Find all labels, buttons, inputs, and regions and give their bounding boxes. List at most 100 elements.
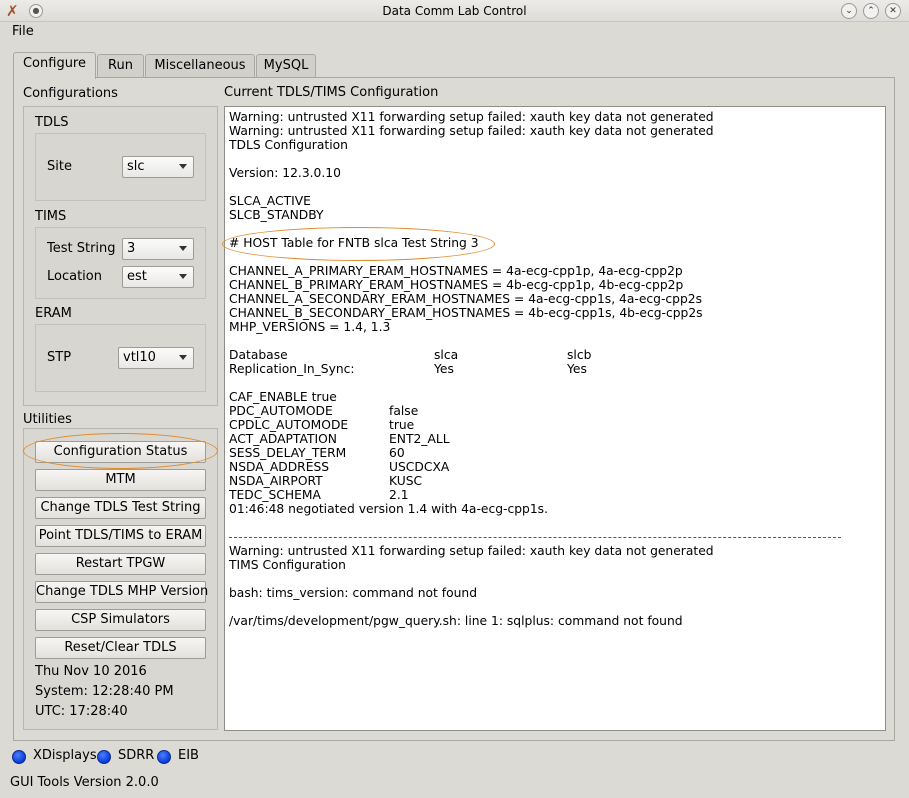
output-line: Warning: untrusted X11 forwarding setup … — [229, 124, 714, 138]
minimize-icon[interactable]: ⌄ — [841, 3, 857, 19]
output-value: true — [389, 418, 415, 432]
output-line: TIMS Configuration — [229, 558, 346, 572]
xdisplays-led-icon — [12, 750, 26, 764]
output-line: MHP_VERSIONS = 1.4, 1.3 — [229, 320, 391, 334]
output-line: CHANNEL_A_SECONDARY_ERAM_HOSTNAMES = 4a-… — [229, 292, 702, 306]
output-key: NSDA_AIRPORT — [229, 474, 323, 488]
output-heading: Current TDLS/TIMS Configuration — [224, 85, 439, 100]
stp-select[interactable]: vtl10 — [118, 347, 194, 369]
restart-tpgw-button[interactable]: Restart TPGW — [35, 553, 206, 575]
output-line: CHANNEL_B_SECONDARY_ERAM_HOSTNAMES = 4b-… — [229, 306, 703, 320]
output-line: 01:46:48 negotiated version 1.4 with 4a-… — [229, 502, 548, 516]
test-string-select[interactable]: 3 — [122, 238, 194, 260]
output-line: Warning: untrusted X11 forwarding setup … — [229, 544, 714, 558]
window-title: Data Comm Lab Control — [382, 4, 527, 18]
output-line: NSDA_ADDRESS USCDCXA — [229, 460, 881, 474]
output-key: Database — [229, 348, 288, 362]
reset-clear-tdls-button[interactable]: Reset/Clear TDLS — [35, 637, 206, 659]
mtm-button[interactable]: MTM — [35, 469, 206, 491]
output-value: 60 — [389, 446, 405, 460]
date-label: Thu Nov 10 2016 — [35, 664, 147, 679]
location-value: est — [127, 269, 147, 284]
change-tdls-mhp-version-button[interactable]: Change TDLS MHP Version — [35, 581, 208, 603]
output-value: slcb — [567, 348, 592, 362]
output-line: CPDLC_AUTOMODE true — [229, 418, 881, 432]
location-select[interactable]: est — [122, 266, 194, 288]
sdrr-label: SDRR — [118, 748, 155, 763]
maximize-icon[interactable]: ⌃ — [863, 3, 879, 19]
eib-label: EIB — [178, 748, 199, 763]
output-separator — [229, 530, 881, 544]
xdisplays-label: XDisplays — [33, 748, 97, 763]
output-line: SESS_DELAY_TERM 60 — [229, 446, 881, 460]
output-value: Yes — [567, 362, 587, 376]
test-string-value: 3 — [127, 241, 136, 256]
chevron-down-icon — [179, 164, 187, 169]
output-key: ACT_ADAPTATION — [229, 432, 337, 446]
output-line: # HOST Table for FNTB slca Test String 3 — [229, 236, 479, 250]
stp-value: vtl10 — [123, 350, 156, 365]
change-tdls-test-string-button[interactable]: Change TDLS Test String — [35, 497, 206, 519]
output-line: Database slca slcb — [229, 348, 881, 362]
sdrr-led-icon — [97, 750, 111, 764]
eram-heading: ERAM — [35, 306, 72, 321]
output-line: CHANNEL_A_PRIMARY_ERAM_HOSTNAMES = 4a-ec… — [229, 264, 683, 278]
output-line: ACT_ADAPTATION ENT2_ALL — [229, 432, 881, 446]
output-key: CPDLC_AUTOMODE — [229, 418, 349, 432]
output-value: false — [389, 404, 419, 418]
output-lines: Warning: untrusted X11 forwarding setup … — [229, 110, 881, 628]
output-line: bash: tims_version: command not found — [229, 586, 478, 600]
chevron-down-icon — [179, 274, 187, 279]
site-select[interactable]: slc — [122, 156, 194, 178]
configuration-output[interactable]: Warning: untrusted X11 forwarding setup … — [224, 106, 886, 731]
point-tdls-tims-to-eram-button[interactable]: Point TDLS/TIMS to ERAM — [35, 525, 206, 547]
site-value: slc — [127, 159, 145, 174]
chevron-down-icon — [179, 355, 187, 360]
tab-mysql[interactable]: MySQL — [256, 54, 316, 78]
output-line: TEDC_SCHEMA 2.1 — [229, 488, 881, 502]
output-key: PDC_AUTOMODE — [229, 404, 333, 418]
output-value: USCDCXA — [389, 460, 450, 474]
output-line: SLCA_ACTIVE — [229, 194, 311, 208]
configurations-heading: Configurations — [23, 86, 118, 101]
system-time-label: System: 12:28:40 PM — [35, 684, 174, 699]
eib-led-icon — [157, 750, 171, 764]
menu-bar: File — [0, 22, 909, 42]
site-label: Site — [47, 159, 72, 174]
chevron-down-icon — [179, 246, 187, 251]
utilities-heading: Utilities — [23, 412, 72, 427]
csp-simulators-button[interactable]: CSP Simulators — [35, 609, 206, 631]
output-value: slca — [434, 348, 459, 362]
output-line: CAF_ENABLE true — [229, 390, 337, 404]
output-line: CHANNEL_B_PRIMARY_ERAM_HOSTNAMES = 4b-ec… — [229, 278, 684, 292]
tab-run[interactable]: Run — [97, 54, 144, 78]
output-value: 2.1 — [389, 488, 409, 502]
output-line: Warning: untrusted X11 forwarding setup … — [229, 110, 714, 124]
test-string-label: Test String — [47, 241, 116, 256]
output-line: Replication_In_Sync: Yes Yes — [229, 362, 881, 376]
tims-heading: TIMS — [35, 209, 67, 224]
close-icon[interactable]: ✕ — [885, 3, 901, 19]
tab-miscellaneous[interactable]: Miscellaneous — [145, 54, 255, 78]
utc-time-label: UTC: 17:28:40 — [35, 704, 128, 719]
output-key: Replication_In_Sync: — [229, 362, 355, 376]
output-line: SLCB_STANDBY — [229, 208, 324, 222]
configuration-status-button[interactable]: Configuration Status — [35, 441, 206, 463]
menu-file[interactable]: File — [12, 24, 34, 39]
stp-label: STP — [47, 350, 72, 365]
output-value: Yes — [434, 362, 454, 376]
version-footer: GUI Tools Version 2.0.0 — [10, 775, 159, 790]
output-line: Version: 12.3.0.10 — [229, 166, 341, 180]
output-line: NSDA_AIRPORT KUSC — [229, 474, 881, 488]
tab-configure[interactable]: Configure — [13, 52, 96, 79]
output-key: SESS_DELAY_TERM — [229, 446, 347, 460]
